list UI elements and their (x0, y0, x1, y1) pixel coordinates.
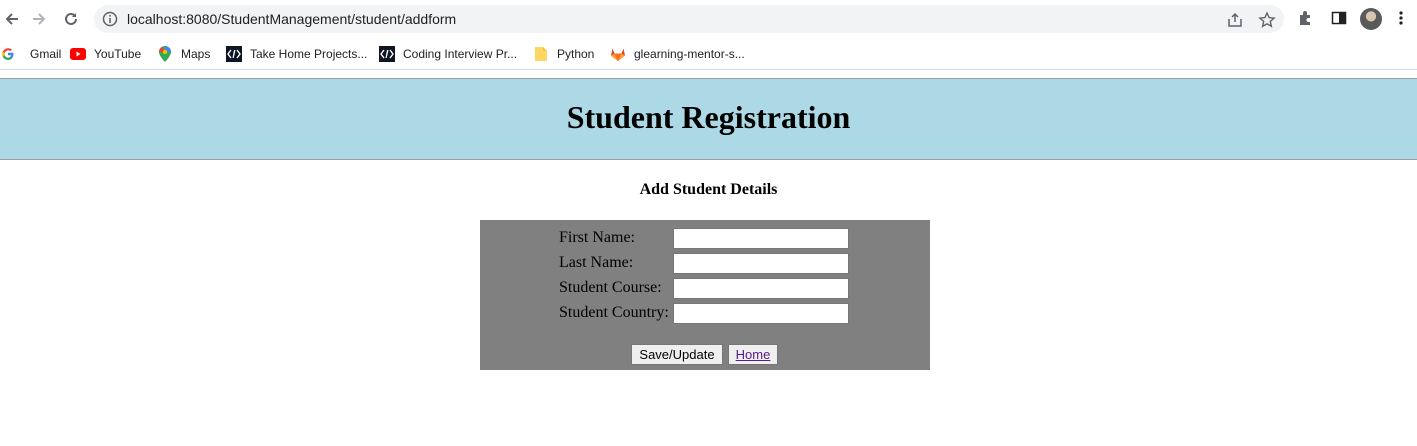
gitlab-icon (610, 46, 626, 62)
page-title: Student Registration (566, 99, 851, 135)
url-text: localhost:8080/StudentManagement/student… (127, 11, 457, 27)
extensions-icon[interactable] (1297, 9, 1315, 27)
last-name-label: Last Name: (559, 254, 634, 271)
bookmark-label: Maps (181, 47, 211, 61)
bookmark-label: Gmail (30, 47, 62, 61)
back-icon[interactable] (0, 7, 24, 31)
profile-avatar[interactable] (1360, 8, 1382, 30)
folder-icon (533, 46, 549, 62)
save-update-button[interactable]: Save/Update (631, 344, 723, 365)
star-icon[interactable] (1258, 11, 1276, 29)
more-menu-icon[interactable] (1396, 9, 1406, 27)
bookmark-take-home-projects[interactable]: Take Home Projects... (226, 43, 367, 65)
bookmark-maps[interactable]: Maps (157, 43, 210, 65)
bookmark-gmail[interactable]: Gmail (0, 43, 61, 65)
student-country-label: Student Country: (559, 304, 669, 321)
bookmarks-bar: Gmail YouTube Maps Take Home Projects...… (0, 38, 1417, 70)
codeium-icon (379, 46, 395, 62)
reload-icon[interactable] (59, 7, 83, 31)
bookmark-label: glearning-mentor-s... (634, 47, 745, 61)
bookmark-youtube[interactable]: YouTube (70, 43, 141, 65)
bookmark-label: Python (557, 47, 595, 61)
student-course-input[interactable] (673, 278, 849, 299)
page-header: Student Registration (0, 78, 1417, 160)
forward-icon[interactable] (27, 7, 51, 31)
side-panel-icon[interactable] (1330, 9, 1348, 27)
browser-toolbar: localhost:8080/StudentManagement/student… (0, 0, 1417, 38)
first-name-input[interactable] (673, 228, 849, 249)
site-info-icon[interactable] (102, 11, 118, 27)
share-icon[interactable] (1226, 11, 1244, 29)
bookmark-glearning[interactable]: glearning-mentor-s... (610, 43, 745, 65)
last-name-input[interactable] (673, 253, 849, 274)
address-bar[interactable]: localhost:8080/StudentManagement/student… (94, 5, 1284, 33)
bookmark-label: Coding Interview Pr... (403, 47, 518, 61)
student-course-label: Student Course: (559, 279, 662, 296)
bookmark-python[interactable]: Python (533, 43, 594, 65)
bookmark-coding-interview[interactable]: Coding Interview Pr... (379, 43, 517, 65)
student-form: First Name: Last Name: Student Course: S… (480, 220, 930, 370)
youtube-icon (70, 46, 86, 62)
google-icon (0, 46, 16, 62)
home-link[interactable]: Home (736, 347, 771, 362)
maps-icon (157, 46, 173, 62)
home-button[interactable]: Home (728, 344, 778, 365)
bookmark-label: Take Home Projects... (250, 47, 368, 61)
codeium-icon (226, 46, 242, 62)
bookmark-label: YouTube (94, 47, 142, 61)
first-name-label: First Name: (559, 229, 635, 246)
student-country-input[interactable] (673, 303, 849, 324)
form-subtitle: Add Student Details (639, 181, 778, 198)
